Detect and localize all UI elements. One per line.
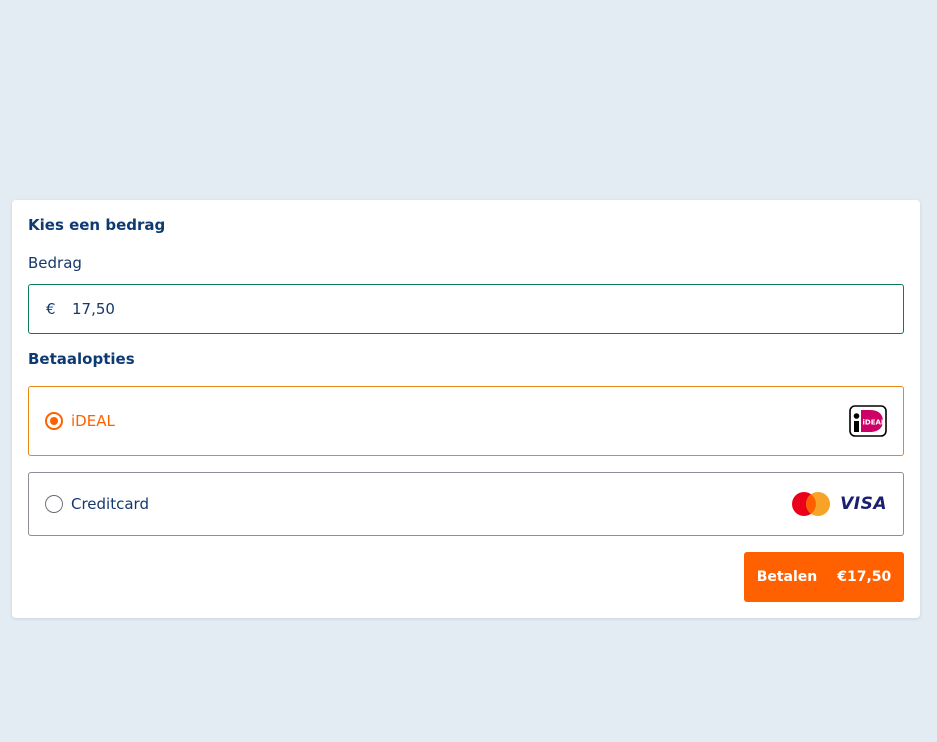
payment-option-creditcard[interactable]: Creditcard VISA xyxy=(28,472,904,536)
currency-symbol: € xyxy=(46,300,56,318)
ideal-logo-icon: iDEAL xyxy=(849,405,887,437)
card-brands-logo: VISA xyxy=(790,490,887,518)
pay-button[interactable]: Betalen €17,50 xyxy=(744,552,904,602)
visa-logo: VISA xyxy=(840,494,887,514)
payment-options-title: Betaalopties xyxy=(28,350,135,368)
ideal-radio-button[interactable] xyxy=(45,412,63,430)
amount-input[interactable] xyxy=(72,300,852,318)
pay-button-amount: €17,50 xyxy=(837,569,892,585)
payment-option-ideal[interactable]: iDEAL iDEAL xyxy=(28,386,904,456)
amount-field-label: Bedrag xyxy=(28,254,82,272)
creditcard-radio-button[interactable] xyxy=(45,495,63,513)
ideal-option-label: iDEAL xyxy=(71,412,115,430)
amount-field[interactable]: € xyxy=(28,284,904,334)
amount-section-title: Kies een bedrag xyxy=(28,216,166,234)
payment-form-card: Kies een bedrag Bedrag € Betaalopties iD… xyxy=(12,200,920,618)
mastercard-icon xyxy=(792,492,831,516)
creditcard-option-label: Creditcard xyxy=(71,495,149,513)
svg-text:iDEAL: iDEAL xyxy=(863,419,886,427)
pay-button-label: Betalen xyxy=(756,569,818,585)
